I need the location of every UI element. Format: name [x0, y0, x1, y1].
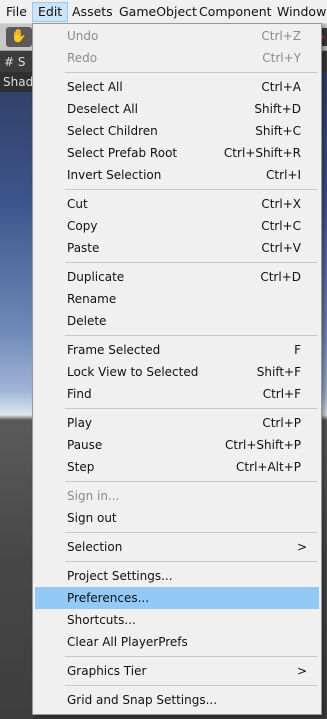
menu-item-shortcut: Ctrl+A [261, 80, 301, 94]
menu-item-label: Cut [67, 197, 88, 211]
menu-item-lock-view-to-selected[interactable]: Lock View to Selected Shift+F [35, 361, 319, 383]
menu-item-label: Copy [67, 219, 98, 233]
menu-item-label: Deselect All [67, 102, 138, 116]
menu-item-label: Project Settings... [67, 569, 173, 583]
menu-separator [65, 685, 317, 686]
menu-item-shortcut: Ctrl+I [266, 168, 301, 182]
menu-item-shortcut: F [294, 343, 301, 357]
menu-item-label: Paste [67, 241, 100, 255]
menu-item-frame-selected[interactable]: Frame Selected F [35, 339, 319, 361]
menu-item-shortcut: Ctrl+X [261, 197, 301, 211]
menu-item-label: Rename [67, 292, 117, 306]
menu-separator [65, 481, 317, 482]
menu-assets[interactable]: Assets [72, 2, 113, 22]
menu-item-label: Sign in... [67, 489, 120, 503]
menu-item-shortcut: Ctrl+V [261, 241, 301, 255]
menu-item-redo[interactable]: Redo Ctrl+Y [35, 47, 319, 69]
menu-edit[interactable]: Edit [32, 2, 69, 22]
menu-item-deselect-all[interactable]: Deselect All Shift+D [35, 98, 319, 120]
menu-separator [65, 561, 317, 562]
menu-item-label: Lock View to Selected [67, 365, 199, 379]
menu-item-label: Select Children [67, 124, 158, 138]
menu-component[interactable]: Component [199, 2, 272, 22]
menu-item-grid-and-snap-settings[interactable]: Grid and Snap Settings... [35, 689, 319, 711]
menu-item-undo[interactable]: Undo Ctrl+Z [35, 25, 319, 47]
menu-item-select-children[interactable]: Select Children Shift+C [35, 120, 319, 142]
submenu-arrow-icon: > [296, 540, 307, 554]
menu-item-label: Select Prefab Root [67, 146, 178, 160]
menu-item-preferences[interactable]: Preferences... [35, 587, 319, 609]
menu-window[interactable]: Window [277, 2, 326, 22]
menu-item-label: Step [67, 460, 95, 474]
menu-item-shortcut: Shift+F [256, 365, 301, 379]
menu-item-find[interactable]: Find Ctrl+F [35, 383, 319, 405]
menu-item-invert-selection[interactable]: Invert Selection Ctrl+I [35, 164, 319, 186]
menu-item-shortcut: Ctrl+Shift+P [225, 438, 301, 452]
menu-item-shortcut: Ctrl+Shift+R [223, 146, 301, 160]
menu-item-label: Redo [67, 51, 98, 65]
menu-item-shortcut: Ctrl+Y [262, 51, 301, 65]
menu-separator [65, 72, 317, 73]
menu-item-shortcut: Shift+C [255, 124, 301, 138]
menu-item-label: Shortcuts... [67, 613, 136, 627]
menu-item-label: Frame Selected [67, 343, 161, 357]
menu-item-shortcut: Ctrl+F [262, 387, 301, 401]
scene-tab[interactable]: # S [0, 52, 34, 72]
submenu-arrow-icon: > [296, 664, 307, 678]
menu-item-label: Delete [67, 314, 107, 328]
menu-item-pause[interactable]: Pause Ctrl+Shift+P [35, 434, 319, 456]
menu-item-selection[interactable]: Selection > [35, 536, 319, 558]
menu-item-label: Pause [67, 438, 103, 452]
menu-item-label: Select All [67, 80, 123, 94]
edit-menu-dropdown: Undo Ctrl+Z Redo Ctrl+Y Select All Ctrl+… [32, 23, 322, 715]
menu-item-rename[interactable]: Rename [35, 288, 319, 310]
menu-separator [65, 532, 317, 533]
menu-item-label: Grid and Snap Settings... [67, 693, 218, 707]
menu-separator [65, 656, 317, 657]
shading-mode-label[interactable]: Shad [0, 72, 34, 92]
menu-item-shortcut: Ctrl+Z [261, 29, 301, 43]
menu-bar: File Edit Assets GameObject Component Wi… [0, 0, 327, 24]
menu-item-duplicate[interactable]: Duplicate Ctrl+D [35, 266, 319, 288]
menu-item-sign-out[interactable]: Sign out [35, 507, 319, 529]
menu-item-label: Preferences... [67, 591, 150, 605]
hand-tool-icon[interactable]: ✋ [6, 27, 32, 47]
menu-item-sign-in[interactable]: Sign in... [35, 485, 319, 507]
menu-item-shortcut: Ctrl+D [260, 270, 301, 284]
menu-item-play[interactable]: Play Ctrl+P [35, 412, 319, 434]
menu-item-label: Find [67, 387, 92, 401]
menu-item-paste[interactable]: Paste Ctrl+V [35, 237, 319, 259]
menu-separator [65, 408, 317, 409]
menu-item-step[interactable]: Step Ctrl+Alt+P [35, 456, 319, 478]
menu-item-label: Selection [67, 540, 123, 554]
menu-item-project-settings[interactable]: Project Settings... [35, 565, 319, 587]
menu-item-shortcut: Ctrl+P [262, 416, 301, 430]
menu-item-select-prefab-root[interactable]: Select Prefab Root Ctrl+Shift+R [35, 142, 319, 164]
menu-item-label: Undo [67, 29, 99, 43]
menu-item-label: Graphics Tier [67, 664, 147, 678]
menu-item-label: Clear All PlayerPrefs [67, 635, 188, 649]
menu-item-label: Play [67, 416, 93, 430]
menu-separator [65, 335, 317, 336]
menu-item-select-all[interactable]: Select All Ctrl+A [35, 76, 319, 98]
menu-gameobject[interactable]: GameObject [119, 2, 197, 22]
menu-separator [65, 262, 317, 263]
menu-item-label: Invert Selection [67, 168, 162, 182]
menu-item-shortcut: Shift+D [254, 102, 301, 116]
menu-item-delete[interactable]: Delete [35, 310, 319, 332]
menu-item-cut[interactable]: Cut Ctrl+X [35, 193, 319, 215]
menu-item-shortcut: Ctrl+Alt+P [236, 460, 301, 474]
menu-item-shortcut: Ctrl+C [261, 219, 301, 233]
menu-item-copy[interactable]: Copy Ctrl+C [35, 215, 319, 237]
menu-separator [65, 189, 317, 190]
menu-file[interactable]: File [6, 2, 27, 22]
menu-item-graphics-tier[interactable]: Graphics Tier > [35, 660, 319, 682]
menu-item-label: Duplicate [67, 270, 125, 284]
menu-item-label: Sign out [67, 511, 117, 525]
menu-item-shortcuts[interactable]: Shortcuts... [35, 609, 319, 631]
menu-item-clear-all-playerprefs[interactable]: Clear All PlayerPrefs [35, 631, 319, 653]
